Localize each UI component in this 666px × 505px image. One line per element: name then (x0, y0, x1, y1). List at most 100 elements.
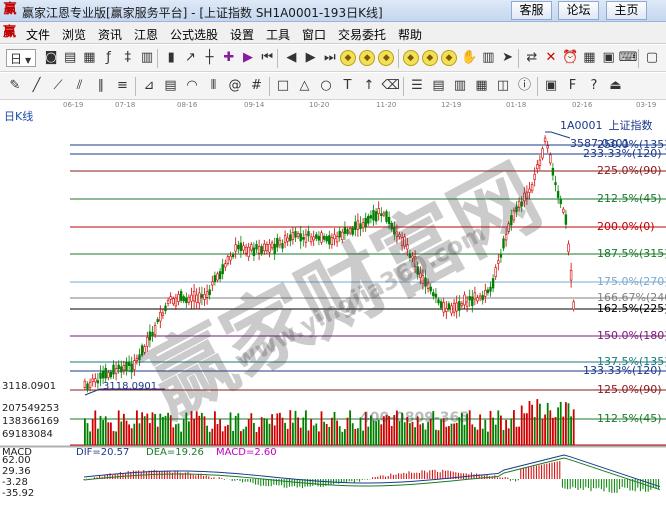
nav-icon-4[interactable]: ◆ (402, 50, 419, 66)
eraser-icon[interactable]: ⌫ (382, 77, 400, 95)
menu-tools[interactable]: 工具 (266, 26, 290, 43)
menu-news[interactable]: 资讯 (98, 26, 122, 43)
candle-body (421, 275, 425, 284)
stick-icon[interactable]: ┼ (201, 49, 219, 67)
menu-help[interactable]: 帮助 (398, 26, 422, 43)
chart-up-icon[interactable]: ↗ (181, 49, 199, 67)
nav-icon-2[interactable]: ◆ (359, 50, 376, 66)
last-icon[interactable]: ⏭ (321, 49, 339, 67)
nav-icon-3[interactable]: ◆ (378, 50, 395, 66)
candle-body (341, 231, 344, 240)
candle-body (146, 336, 149, 347)
gann-box-icon[interactable]: ▤ (162, 77, 180, 95)
gann-fan-icon[interactable]: ⊿ (140, 77, 158, 95)
cycle-icon[interactable]: ⦀ (205, 77, 223, 95)
chevron-down-icon: ▼ (25, 56, 32, 65)
news-icon[interactable]: ▣ (542, 77, 560, 95)
document-icon[interactable]: ▦ (80, 49, 98, 67)
candle-body (109, 371, 113, 378)
fib-icon[interactable]: ≡ (114, 77, 132, 95)
volume-bar (362, 430, 364, 446)
grid-icon[interactable]: ▥ (138, 49, 156, 67)
menu-browse[interactable]: 浏览 (62, 26, 86, 43)
cross-icon[interactable]: ✕ (542, 49, 560, 67)
info-icon[interactable]: ⓘ (516, 77, 534, 95)
rank-icon[interactable]: ▤ (430, 77, 448, 95)
channel-icon[interactable]: ⫽ (71, 77, 89, 95)
grid-tool-icon[interactable]: # (248, 77, 266, 95)
volume-bar (359, 417, 362, 446)
stats-icon[interactable]: ▥ (451, 77, 469, 95)
square-icon[interactable]: □ (274, 77, 292, 95)
next-icon[interactable]: ▶ (302, 49, 320, 67)
menu-window[interactable]: 窗口 (302, 26, 326, 43)
candle-body (471, 296, 474, 306)
volume-bar (406, 416, 409, 446)
nav-icon-5[interactable]: ◆ (421, 50, 438, 66)
mini-chart-icon[interactable]: ◫ (494, 77, 512, 95)
volume-tick-high: 207549253 (2, 403, 60, 414)
spiral-icon[interactable]: @ (226, 77, 244, 95)
toolbar-separator (537, 77, 538, 96)
triangle-icon[interactable]: △ (296, 77, 314, 95)
text-icon[interactable]: T (339, 77, 357, 95)
hand-icon[interactable]: ✋ (460, 49, 478, 67)
volume-bar (112, 431, 115, 446)
arrow-icon[interactable]: ⇄ (523, 49, 541, 67)
formula-icon[interactable]: ƒ (100, 49, 118, 67)
period-select[interactable]: 日 ▼ (6, 49, 36, 67)
pencil-icon[interactable]: ✎ (6, 77, 24, 95)
parallel-icon[interactable]: ∥ (92, 77, 110, 95)
calendar-icon[interactable]: ▦ (580, 49, 598, 67)
candle-body (130, 363, 133, 373)
candle-body (325, 236, 328, 242)
customer-service-button[interactable]: 客服 (511, 1, 552, 20)
list-icon[interactable]: ☰ (408, 77, 426, 95)
bar-chart-icon[interactable]: ▮ (162, 49, 180, 67)
stock-code: 1A0001 (560, 119, 603, 132)
zoom-icon[interactable]: ✚ (220, 49, 238, 67)
date-tick: 10-20 (309, 101, 330, 109)
kline-chart[interactable] (0, 101, 666, 505)
volume-bar (515, 426, 518, 446)
play-icon[interactable]: ▶ (239, 49, 257, 67)
arc-icon[interactable]: ◠ (183, 77, 201, 95)
candle-body (429, 286, 432, 292)
homepage-button[interactable]: 主页 (606, 1, 647, 20)
forum-button[interactable]: 论坛 (558, 1, 599, 20)
menu-settings[interactable]: 设置 (230, 26, 254, 43)
help-icon[interactable]: ? (585, 77, 603, 95)
arrow-tool-icon[interactable]: ↑ (360, 77, 378, 95)
candle-body (559, 199, 562, 205)
volume-bar (237, 413, 240, 446)
exit-icon[interactable]: ⏏ (607, 77, 625, 95)
candle-body (208, 289, 211, 296)
menu-file[interactable]: 文件 (26, 26, 50, 43)
menu-formula-select[interactable]: 公式选股 (170, 26, 218, 43)
nav-icon-1[interactable]: ◆ (340, 50, 356, 66)
report-icon[interactable]: ▦ (473, 77, 491, 95)
menu-gann[interactable]: 江恩 (134, 26, 158, 43)
circle-icon[interactable]: ○ (317, 77, 335, 95)
layout-icon[interactable]: ▤ (61, 49, 79, 67)
candle-body (372, 210, 375, 221)
alarm-icon[interactable]: ⏰ (561, 49, 579, 67)
candle-icon[interactable]: ▥ (479, 49, 497, 67)
ladder-icon[interactable]: ‡ (119, 49, 137, 67)
ray-icon[interactable]: ⟋ (49, 77, 67, 95)
line-icon[interactable]: ╱ (28, 77, 46, 95)
menu-trade[interactable]: 交易委托 (338, 26, 386, 43)
window-icon[interactable]: ▢ (643, 49, 661, 67)
camera-icon[interactable]: ◙ (42, 49, 60, 67)
calc-icon[interactable]: ▣ (600, 49, 618, 67)
volume-bar (281, 417, 284, 446)
nav-icon-6[interactable]: ◆ (441, 50, 457, 66)
keyboard-icon[interactable]: ⌨ (619, 49, 638, 67)
first-icon[interactable]: ⏮ (258, 49, 276, 67)
volume-bar (531, 404, 533, 446)
prev-icon[interactable]: ◀ (282, 49, 300, 67)
cursor-icon[interactable]: ➤ (499, 49, 517, 67)
f10-icon[interactable]: F (564, 77, 582, 95)
candle-body (335, 236, 339, 243)
volume-bar (318, 431, 320, 446)
